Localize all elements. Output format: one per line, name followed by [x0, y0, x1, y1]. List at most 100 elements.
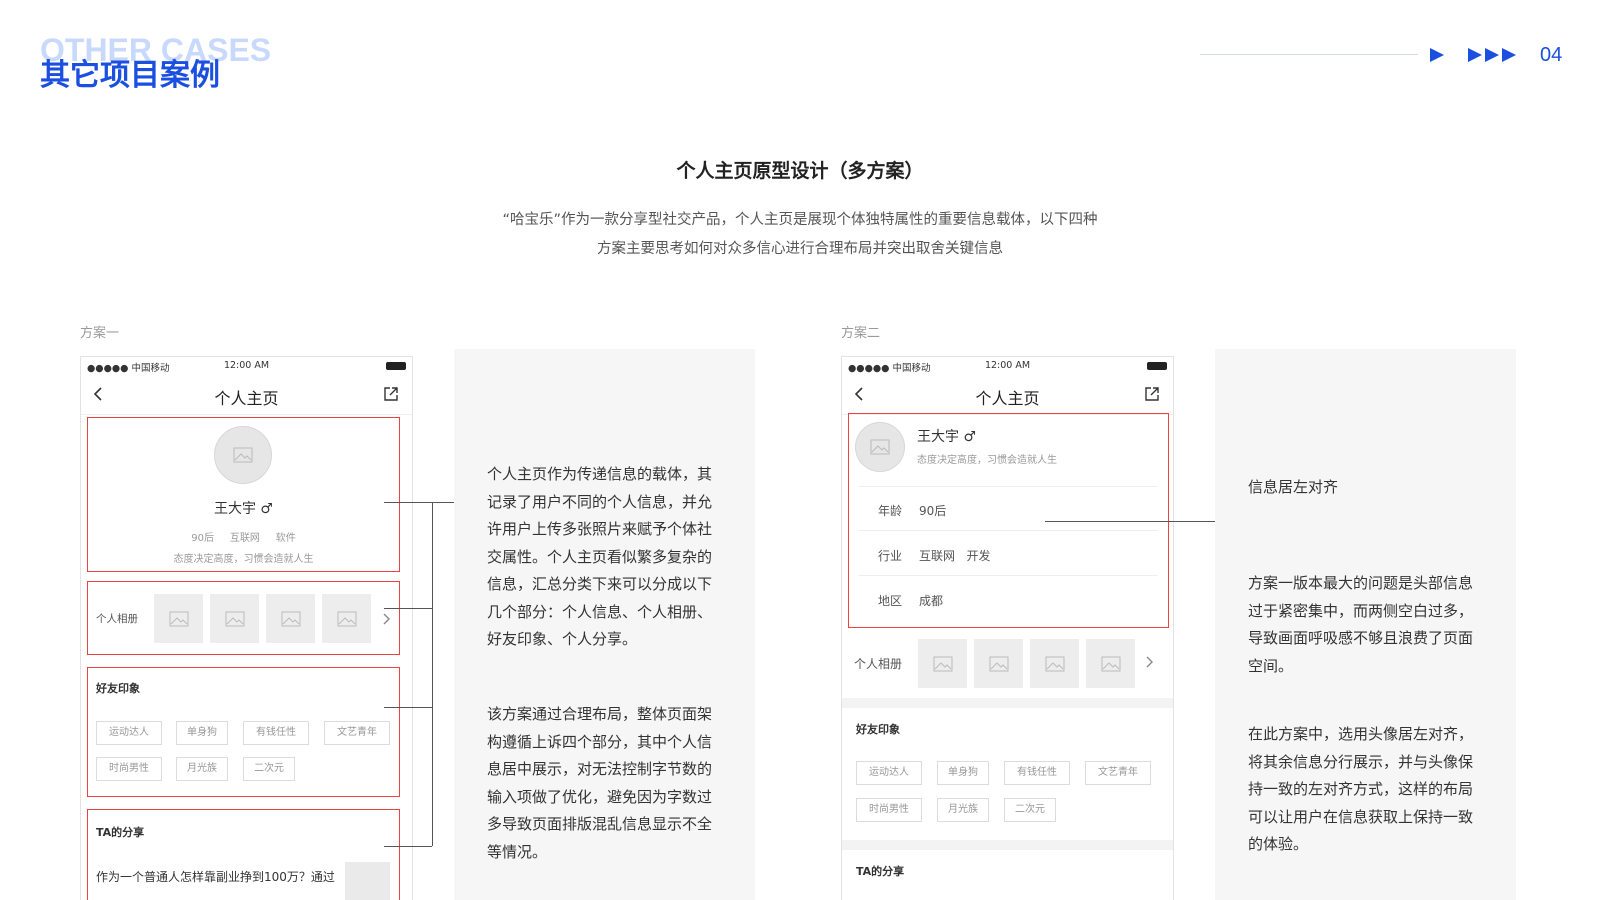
impression-label: 好友印象: [96, 682, 140, 695]
image-placeholder-icon: [225, 611, 244, 626]
avatar[interactable]: [214, 426, 272, 484]
impression-box: 好友印象 运动达人 单身狗 有钱任性 文艺青年 时尚男性 月光族 二次元: [87, 667, 400, 797]
section-intro: “哈宝乐”作为一款分享型社交产品，个人主页是展现个体独特属性的重要信息载体，以下…: [0, 206, 1600, 264]
status-bar: ●●●●● 中国移动 12:00 AM: [81, 357, 412, 375]
plan2-label: 方案二: [841, 326, 881, 341]
text-line: 息居中展示，对无法控制字节数的: [487, 760, 713, 778]
share-icon[interactable]: [1145, 387, 1159, 401]
album-thumb[interactable]: [266, 594, 315, 643]
chevron-right-icon[interactable]: [1146, 656, 1154, 668]
impression-tag: 运动达人: [856, 761, 922, 785]
impression-tag: 时尚男性: [96, 757, 162, 781]
impression-tag: 二次元: [1004, 798, 1056, 822]
impression-tag: 有钱任性: [1004, 761, 1070, 785]
image-placeholder-icon: [169, 611, 188, 626]
text-line: 空间。: [1248, 656, 1294, 675]
share-icon[interactable]: [384, 387, 398, 401]
text-line: 个人主页作为传递信息的载体，其: [487, 465, 713, 483]
image-placeholder-icon: [989, 656, 1008, 671]
text-line: 可以让用户在信息获取上保持一致: [1248, 807, 1474, 826]
info-key: 地区: [878, 594, 903, 608]
nav-title: 个人主页: [214, 389, 279, 408]
album-box: 个人相册: [87, 581, 400, 655]
text-line: 好友印象、个人分享。: [487, 630, 638, 648]
profile-info-box: 王大宇 ♂ 90后 互联网 软件 态度决定高度，习惯会造就人生: [87, 417, 400, 572]
status-time: 12:00 AM: [984, 360, 1031, 371]
share-thumb[interactable]: [345, 862, 390, 900]
text-line: 方案一版本最大的问题是头部信息: [1248, 574, 1474, 592]
chevron-right-icon[interactable]: [383, 613, 391, 625]
text-line: 信息，汇总分类下来可以分成以下: [487, 575, 713, 593]
plan1-desc-p2: 该方案通过合理布局，整体页面架 构遵循上诉四个部分，其中个人信 息居中展示，对无…: [487, 701, 712, 866]
section-title: 个人主页原型设计（多方案）: [676, 160, 924, 182]
section-gap: [842, 840, 1173, 850]
plan2-desc-p2: 在此方案中，选用头像居左对齐， 将其余信息分行展示，并与头像保 持一致的左对齐方…: [1248, 721, 1473, 859]
nav-bar: 个人主页: [81, 375, 412, 415]
image-placeholder-icon: [870, 439, 890, 455]
intro-line: 方案主要思考如何对众多信心进行合理布局并突出取舍关键信息: [597, 241, 1003, 257]
page-number: 04: [1540, 44, 1563, 66]
album-thumb[interactable]: [154, 594, 203, 643]
arrow-right-icon: [1430, 48, 1516, 62]
plan2-description: 信息居左对齐 方案一版本最大的问题是头部信息 过于紧密集中，而两侧空白过多， 导…: [1215, 349, 1516, 900]
text-line: 该方案通过合理布局，整体页面架: [487, 705, 713, 723]
image-placeholder-icon: [233, 447, 253, 463]
text-line: 的体验。: [1248, 835, 1309, 853]
text-line: 等情况。: [487, 842, 548, 861]
text-line: 输入项做了优化，避免因为字数过: [487, 787, 713, 806]
text-line: 构遵循上诉四个部分，其中个人信: [487, 732, 713, 751]
album-thumb[interactable]: [918, 639, 967, 688]
share-text[interactable]: 作为一个普通人怎样靠副业挣到100万？通过: [96, 868, 335, 885]
plan2-desc-p1: 方案一版本最大的问题是头部信息 过于紧密集中，而两侧空白过多， 导致画面呼吸感不…: [1248, 570, 1473, 680]
info-value: 90后: [919, 504, 947, 518]
album-thumb[interactable]: [1086, 639, 1135, 688]
album-label: 个人相册: [96, 613, 138, 625]
impression-tag: 二次元: [243, 757, 295, 781]
text-line: 记录了用户不同的个人信息，并允: [487, 492, 713, 511]
album-thumb[interactable]: [974, 639, 1023, 688]
nav-title: 个人主页: [975, 389, 1040, 408]
text-line: 许用户上传多张照片来赋予个体社: [487, 520, 713, 538]
avatar[interactable]: [855, 422, 905, 472]
album-thumb[interactable]: [1030, 639, 1079, 688]
section-gap: [842, 698, 1173, 708]
album-thumb[interactable]: [210, 594, 259, 643]
text-line: 在此方案中，选用头像居左对齐，: [1248, 725, 1474, 743]
info-key: 年龄: [878, 504, 903, 518]
image-placeholder-icon: [1101, 656, 1120, 671]
text-line: 持一致的左对齐方式，这样的布局: [1248, 780, 1474, 798]
nav-bar: 个人主页: [842, 375, 1173, 415]
divider: [859, 575, 1158, 576]
album-label: 个人相册: [854, 657, 903, 671]
plan1-description: 个人主页作为传递信息的载体，其 记录了用户不同的个人信息，并允 许用户上传多张照…: [454, 349, 755, 900]
text-line: 将其余信息分行展示，并与头像保: [1248, 752, 1474, 771]
image-placeholder-icon: [933, 656, 952, 671]
impression-tag: 文艺青年: [1085, 761, 1151, 785]
status-bar: ●●●●● 中国移动 12:00 AM: [842, 357, 1173, 375]
impression-tag: 文艺青年: [324, 721, 390, 745]
intro-line: “哈宝乐”作为一款分享型社交产品，个人主页是展现个体独特属性的重要信息载体，以下…: [502, 212, 1098, 228]
impression-tag: 单身狗: [937, 761, 989, 785]
header-divider: [1200, 54, 1418, 55]
impression-tag: 月光族: [937, 798, 989, 822]
text-line: 导致画面呼吸感不够且浪费了页面: [1248, 629, 1474, 647]
status-time: 12:00 AM: [223, 360, 270, 371]
divider: [859, 530, 1158, 531]
impression-tag: 单身狗: [176, 721, 228, 745]
impression-tag: 运动达人: [96, 721, 162, 745]
info-key: 行业: [878, 549, 903, 563]
header-title-cn: 其它项目案例: [40, 58, 220, 93]
info-value: 成都: [919, 594, 944, 608]
connector-line: [384, 707, 432, 708]
image-placeholder-icon: [281, 611, 300, 626]
connector-line: [384, 608, 432, 609]
share-label: TA的分享: [96, 826, 145, 839]
plan1-phone: ●●●●● 中国移动 12:00 AM 个人主页 王大宇 ♂ 90后 互联网 软…: [80, 356, 413, 900]
connector-line: [432, 502, 433, 846]
divider: [859, 486, 1158, 487]
share-box: TA的分享 作为一个普通人怎样靠副业挣到100万？通过: [87, 809, 400, 900]
user-name: 王大宇 ♂: [213, 501, 273, 517]
text-line: 多导致页面排版混乱信息显示不全: [487, 815, 713, 833]
album-thumb[interactable]: [322, 594, 371, 643]
battery-icon: [1147, 362, 1167, 370]
